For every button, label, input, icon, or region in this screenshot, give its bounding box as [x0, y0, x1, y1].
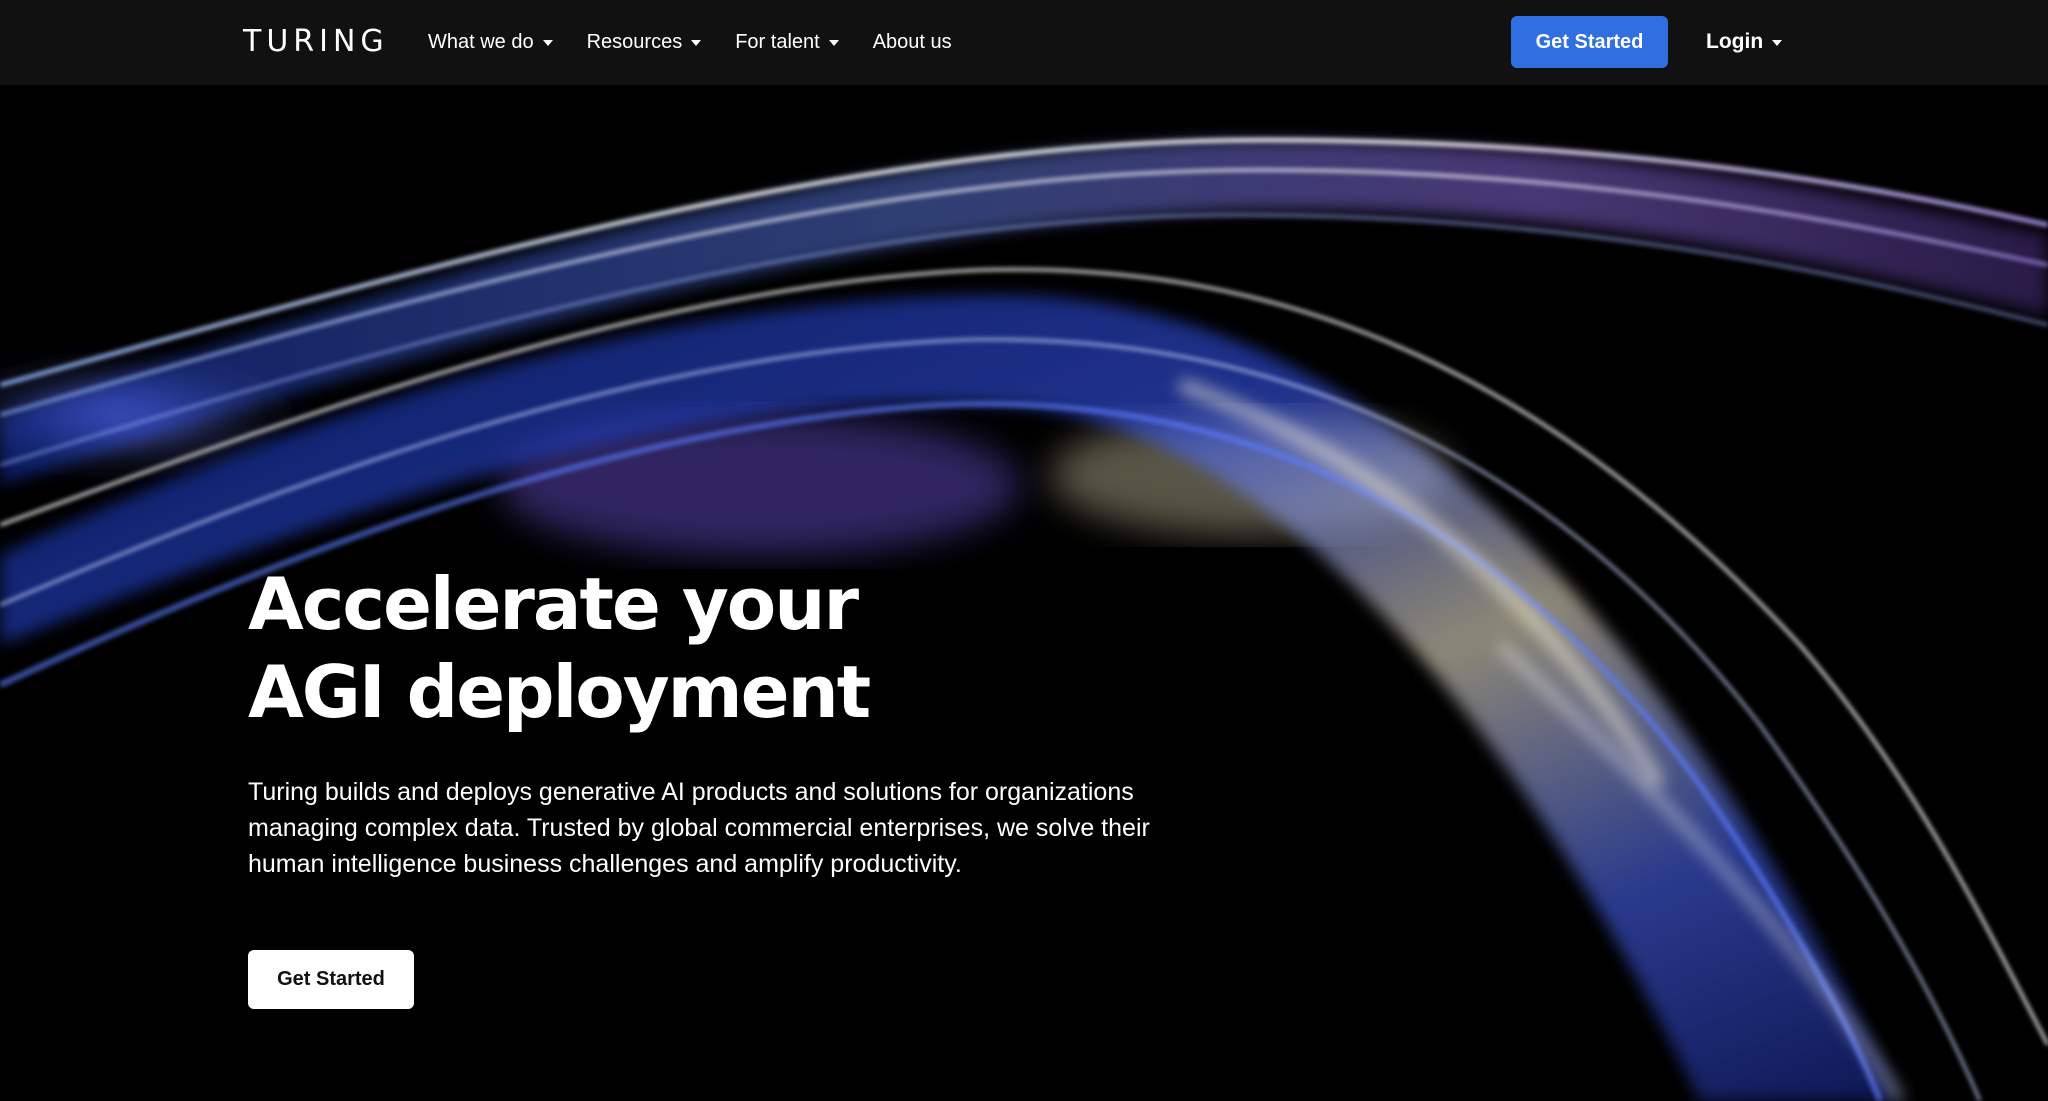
get-started-hero-button[interactable]: Get Started — [248, 950, 414, 1009]
nav-item-what-we-do[interactable]: What we do — [428, 21, 553, 63]
caret-down-icon — [691, 40, 702, 46]
nav-item-label: For talent — [735, 31, 820, 53]
hero-title-line: AGI deployment — [248, 650, 871, 734]
hero-title: Accelerate your AGI deployment — [248, 560, 1148, 736]
nav-menu: What we do Resources For talent About us — [428, 21, 986, 63]
page: TURING What we do Resources For talent A… — [0, 0, 2048, 1101]
hero-description-line: managing complex data. Trusted by global… — [248, 814, 1150, 842]
login-label: Login — [1706, 30, 1764, 53]
hero-description-line: human intelligence business challenges a… — [248, 850, 962, 878]
caret-down-icon — [1772, 40, 1783, 46]
top-navbar: TURING What we do Resources For talent A… — [0, 0, 2048, 85]
hero-description: Turing builds and deploys generative AI … — [248, 774, 1248, 882]
nav-item-label: About us — [872, 31, 952, 53]
login-dropdown[interactable]: Login — [1706, 21, 1783, 63]
caret-down-icon — [542, 40, 553, 46]
get-started-nav-button[interactable]: Get Started — [1511, 16, 1668, 68]
turing-logo[interactable]: TURING — [243, 22, 389, 62]
nav-item-for-talent[interactable]: For talent — [735, 21, 839, 63]
nav-item-about-us[interactable]: About us — [873, 21, 952, 63]
nav-item-resources[interactable]: Resources — [587, 21, 702, 63]
hero-content: Accelerate your AGI deployment Turing bu… — [248, 560, 1248, 1009]
caret-down-icon — [828, 40, 839, 46]
hero-description-line: Turing builds and deploys generative AI … — [248, 778, 1134, 806]
nav-item-label: What we do — [428, 31, 534, 53]
nav-item-label: Resources — [586, 31, 683, 53]
hero-title-line: Accelerate your — [248, 562, 859, 646]
